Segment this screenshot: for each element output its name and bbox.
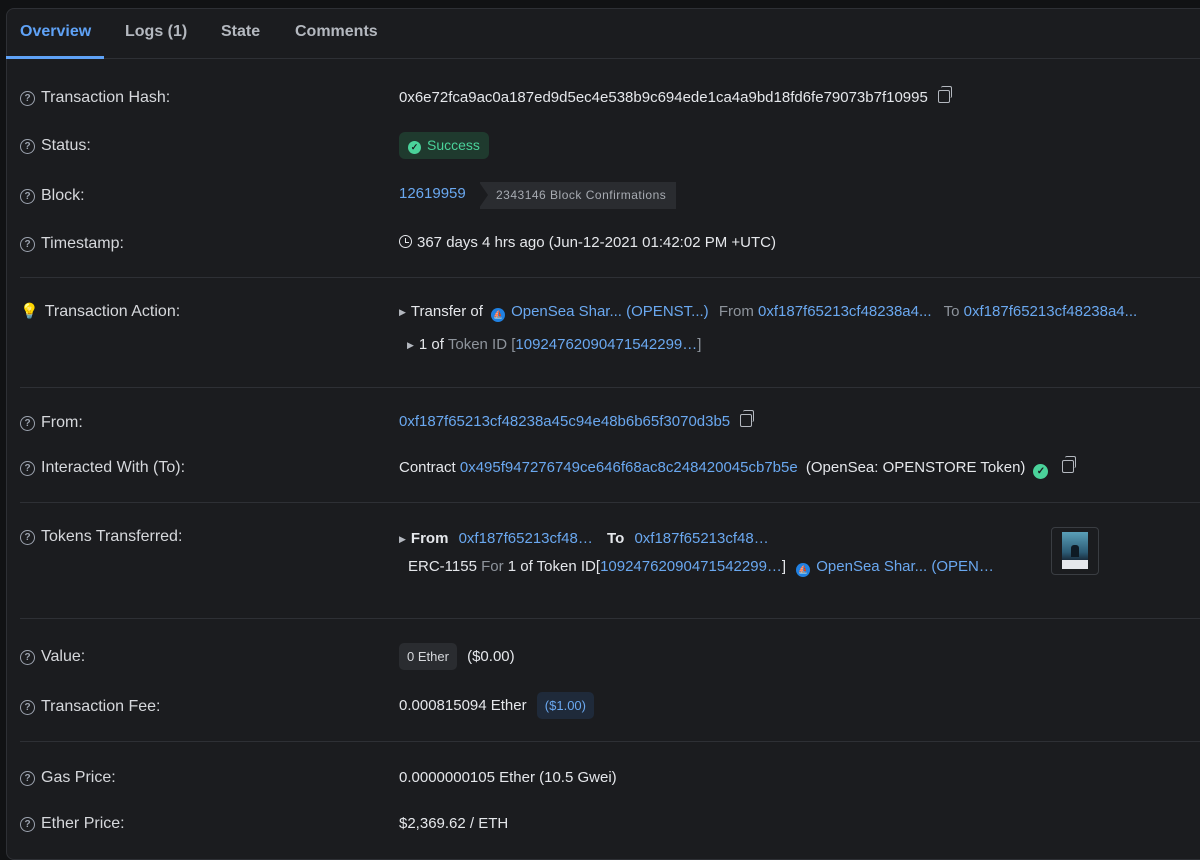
tokens-line1: ▶ From 0xf187f65213cf48… To 0xf187f65213c… (399, 530, 769, 547)
block-number-link[interactable]: 12619959 (399, 183, 466, 205)
help-icon[interactable]: ? (20, 650, 35, 665)
copy-icon[interactable] (740, 410, 755, 427)
ether-price-label: ? Ether Price: (20, 813, 125, 835)
caret-right-icon: ▶ (407, 340, 414, 350)
caret-right-icon: ▶ (399, 534, 406, 544)
ether-price-value: $2,369.62 / ETH (399, 815, 509, 832)
opensea-logo-icon: ⛵ (796, 563, 811, 577)
tab-state[interactable]: State (221, 8, 260, 58)
help-icon[interactable]: ? (20, 237, 35, 252)
caret-right-icon: ▶ (399, 307, 406, 317)
clock-icon (399, 235, 412, 248)
help-icon[interactable]: ? (20, 91, 35, 106)
verified-icon: ✓ (1033, 464, 1049, 479)
gas-price-value: 0.0000000105 Ether (10.5 Gwei) (399, 769, 617, 786)
status-badge: ✓ Success (399, 132, 489, 159)
interacted-value: Contract 0x495f947276749ce646f68ac8c2484… (399, 456, 1077, 479)
value-value: 0 Ether ($0.00) (399, 643, 515, 670)
tx-action-line2: ▶ 1 of Token ID [10924762090471542299…] (407, 336, 702, 353)
block-label: ? Block: (20, 185, 85, 207)
help-icon[interactable]: ? (20, 416, 35, 431)
timestamp-label: ? Timestamp: (20, 233, 124, 255)
transaction-card (6, 8, 1200, 860)
token-link[interactable]: OpenSea Shar... (OPENST...) (511, 303, 709, 320)
lightbulb-icon: 💡 (20, 303, 39, 320)
tab-bar: Overview Logs (1) State Comments (6, 8, 1200, 59)
action-from-link[interactable]: 0xf187f65213cf48238a4... (758, 303, 931, 320)
copy-icon[interactable] (1062, 456, 1077, 473)
divider (20, 618, 1200, 619)
timestamp-value: 367 days 4 hrs ago (Jun-12-2021 01:42:02… (399, 232, 776, 254)
tx-action-label: 💡 Transaction Action: (20, 303, 181, 320)
help-icon[interactable]: ? (20, 700, 35, 715)
token-id-link[interactable]: 10924762090471542299… (515, 336, 697, 353)
tx-hash-label: ? Transaction Hash: (20, 87, 170, 109)
tokens-line2: ERC-1155 For 1 of Token ID[1092476209047… (408, 558, 994, 577)
value-ether-pill: 0 Ether (399, 643, 457, 670)
opensea-logo-icon: ⛵ (491, 308, 506, 322)
help-icon[interactable]: ? (20, 817, 35, 832)
action-to-link[interactable]: 0xf187f65213cf48238a4... (964, 303, 1137, 320)
tx-fee-label: ? Transaction Fee: (20, 696, 160, 718)
tx-hash-value: 0x6e72fca9ac0a187ed9d5ec4e538b9c694ede1c… (399, 86, 952, 109)
active-tab-indicator (6, 56, 104, 59)
interacted-label: ? Interacted With (To): (20, 457, 185, 479)
tokens-to-link[interactable]: 0xf187f65213cf48… (634, 530, 768, 547)
tab-overview[interactable]: Overview (20, 8, 91, 58)
tokens-transferred-label: ? Tokens Transferred: (20, 526, 182, 548)
contract-address-link[interactable]: 0x495f947276749ce646f68ac8c248420045cb7b… (460, 459, 798, 476)
divider (20, 387, 1200, 388)
from-label: ? From: (20, 412, 83, 434)
tx-hash-text: 0x6e72fca9ac0a187ed9d5ec4e538b9c694ede1c… (399, 89, 928, 106)
gas-price-label: ? Gas Price: (20, 767, 116, 789)
help-icon[interactable]: ? (20, 189, 35, 204)
divider (20, 277, 1200, 278)
tab-logs[interactable]: Logs (1) (125, 8, 187, 58)
help-icon[interactable]: ? (20, 461, 35, 476)
help-icon[interactable]: ? (20, 530, 35, 545)
tokens-id-link[interactable]: 10924762090471542299… (600, 558, 782, 575)
divider (20, 502, 1200, 503)
copy-icon[interactable] (937, 86, 952, 103)
fee-usd-pill: ($1.00) (536, 692, 594, 719)
from-value: 0xf187f65213cf48238a45c94e48b6b65f3070d3… (399, 410, 755, 433)
tab-comments[interactable]: Comments (295, 8, 378, 58)
divider (20, 741, 1200, 742)
value-label: ? Value: (20, 646, 85, 668)
block-confirmations-badge: 2343146 Block Confirmations (478, 182, 677, 209)
tokens-from-link[interactable]: 0xf187f65213cf48… (459, 530, 593, 547)
check-circle-icon: ✓ (408, 141, 421, 154)
help-icon[interactable]: ? (20, 139, 35, 154)
help-icon[interactable]: ? (20, 771, 35, 786)
status-label: ? Status: (20, 135, 91, 157)
tokens-name-link[interactable]: OpenSea Shar... (OPEN… (816, 558, 994, 575)
from-address-link[interactable]: 0xf187f65213cf48238a45c94e48b6b65f3070d3… (399, 413, 730, 430)
tx-fee-value: 0.000815094 Ether ($1.00) (399, 692, 594, 719)
nft-thumbnail[interactable] (1051, 527, 1099, 575)
tx-action-line1: ▶ Transfer of ⛵ OpenSea Shar... (OPENST...… (399, 303, 1138, 322)
